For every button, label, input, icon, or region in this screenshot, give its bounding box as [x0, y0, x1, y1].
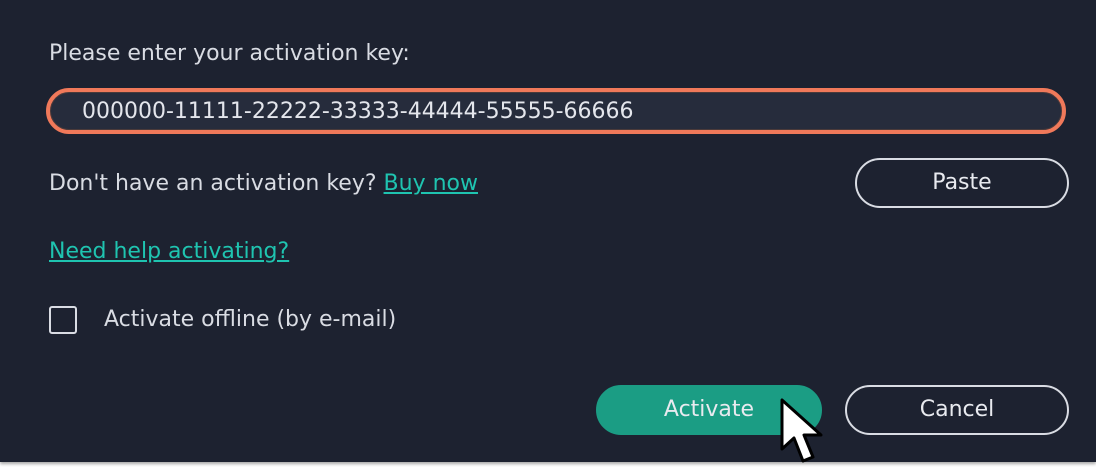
help-link-row: Need help activating?	[49, 238, 289, 266]
cancel-button[interactable]: Cancel	[845, 385, 1069, 435]
activate-offline-checkbox[interactable]	[49, 306, 77, 334]
activation-key-input[interactable]	[46, 88, 1066, 134]
paste-button[interactable]: Paste	[855, 158, 1069, 208]
need-help-activating-link[interactable]: Need help activating?	[49, 239, 289, 264]
activation-key-prompt: Please enter your activation key:	[49, 41, 410, 66]
mouse-pointer-icon	[780, 398, 823, 463]
activate-offline-label[interactable]: Activate offline (by e-mail)	[104, 306, 396, 334]
no-key-row: Don't have an activation key? Buy now	[49, 170, 478, 198]
buy-now-link[interactable]: Buy now	[384, 171, 478, 196]
no-key-text: Don't have an activation key?	[49, 171, 377, 196]
activation-dialog: Please enter your activation key: Don't …	[0, 0, 1096, 462]
